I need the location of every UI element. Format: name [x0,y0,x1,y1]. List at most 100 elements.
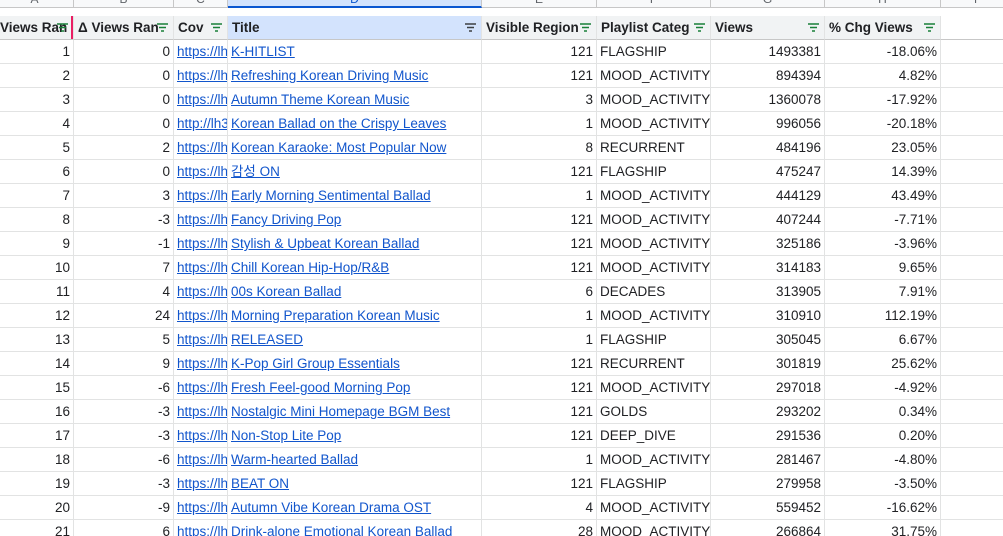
cell-pct-chg-views[interactable]: 43.49% [825,184,941,208]
cell-delta-views-rank[interactable]: 0 [74,160,174,184]
cell-playlist-category[interactable]: MOOD_ACTIVITY [597,184,711,208]
cell-title[interactable]: Non-Stop Lite Pop [228,424,482,448]
cell-cover-url[interactable]: https://lh [174,208,228,232]
cell-title[interactable]: Autumn Theme Korean Music [228,88,482,112]
cell-visible-region[interactable]: 121 [482,472,597,496]
cell-views-rank[interactable]: 12 [0,304,74,328]
cell-views-rank[interactable]: 20 [0,496,74,520]
cell-pct-chg-views[interactable]: 112.19% [825,304,941,328]
cell-title[interactable]: 00s Korean Ballad [228,280,482,304]
cell-cover-url[interactable]: https://lh [174,496,228,520]
cell-playlist-category[interactable]: GOLDS [597,400,711,424]
cell-visible-region[interactable]: 3 [482,88,597,112]
cell-views[interactable]: 894394 [711,64,825,88]
header-views-rank[interactable]: Views Ran [0,16,74,40]
cell-cover-url[interactable]: https://lh [174,232,228,256]
header-empty[interactable] [941,16,1003,40]
cell-views-rank[interactable]: 1 [0,40,74,64]
cell-empty[interactable] [941,232,1003,256]
cell-pct-chg-views[interactable]: -7.71% [825,208,941,232]
cell-title[interactable]: Korean Ballad on the Crispy Leaves [228,112,482,136]
header-cover[interactable]: Cov [174,16,228,40]
cell-playlist-category[interactable]: FLAGSHIP [597,160,711,184]
cell-empty[interactable] [941,376,1003,400]
cell-empty[interactable] [941,304,1003,328]
cell-visible-region[interactable]: 121 [482,352,597,376]
cell-visible-region[interactable]: 121 [482,160,597,184]
cell-visible-region[interactable]: 1 [482,448,597,472]
cell-title[interactable]: Chill Korean Hip-Hop/R&B [228,256,482,280]
cell-playlist-category[interactable]: MOOD_ACTIVITY [597,256,711,280]
cell-empty[interactable] [941,136,1003,160]
cell-playlist-category[interactable]: RECURRENT [597,352,711,376]
cell-views[interactable]: 293202 [711,400,825,424]
cell-cover-url[interactable]: https://lh [174,136,228,160]
cell-visible-region[interactable]: 1 [482,112,597,136]
cell-delta-views-rank[interactable]: -1 [74,232,174,256]
header-delta-views-rank[interactable]: Δ Views Ran [74,16,174,40]
cell-playlist-category[interactable]: DEEP_DIVE [597,424,711,448]
cell-title[interactable]: K-HITLIST [228,40,482,64]
cell-playlist-category[interactable]: MOOD_ACTIVITY [597,448,711,472]
cell-cover-url[interactable]: https://lh [174,472,228,496]
cell-title[interactable]: Stylish & Upbeat Korean Ballad [228,232,482,256]
header-visible-region[interactable]: Visible Region [482,16,597,40]
cell-views-rank[interactable]: 18 [0,448,74,472]
cell-cover-url[interactable]: http://lh3 [174,112,228,136]
cell-title[interactable]: Morning Preparation Korean Music [228,304,482,328]
cell-views-rank[interactable]: 8 [0,208,74,232]
cell-pct-chg-views[interactable]: 25.62% [825,352,941,376]
filter-icon[interactable] [210,21,223,34]
cell-views-rank[interactable]: 9 [0,232,74,256]
cell-views-rank[interactable]: 21 [0,520,74,536]
cell-pct-chg-views[interactable]: 0.34% [825,400,941,424]
cell-empty[interactable] [941,64,1003,88]
cell-views[interactable]: 1360078 [711,88,825,112]
cell-delta-views-rank[interactable]: -6 [74,376,174,400]
cell-empty[interactable] [941,328,1003,352]
cell-pct-chg-views[interactable]: -3.50% [825,472,941,496]
cell-delta-views-rank[interactable]: 0 [74,88,174,112]
cell-empty[interactable] [941,40,1003,64]
cell-views-rank[interactable]: 14 [0,352,74,376]
column-letter-h[interactable]: H [825,0,941,8]
cell-pct-chg-views[interactable]: 6.67% [825,328,941,352]
cell-empty[interactable] [941,208,1003,232]
cell-views[interactable]: 314183 [711,256,825,280]
cell-title[interactable]: 감성 ON [228,160,482,184]
cell-empty[interactable] [941,160,1003,184]
cell-delta-views-rank[interactable]: -9 [74,496,174,520]
cell-title[interactable]: BEAT ON [228,472,482,496]
cell-visible-region[interactable]: 28 [482,520,597,536]
cell-delta-views-rank[interactable]: 7 [74,256,174,280]
cell-cover-url[interactable]: https://lh [174,328,228,352]
cell-views-rank[interactable]: 4 [0,112,74,136]
cell-pct-chg-views[interactable]: 4.82% [825,64,941,88]
header-views[interactable]: Views [711,16,825,40]
cell-title[interactable]: Fresh Feel-good Morning Pop [228,376,482,400]
cell-empty[interactable] [941,520,1003,536]
cell-visible-region[interactable]: 121 [482,40,597,64]
cell-cover-url[interactable]: https://lh [174,256,228,280]
cell-views[interactable]: 996056 [711,112,825,136]
cell-views[interactable]: 313905 [711,280,825,304]
cell-title[interactable]: Fancy Driving Pop [228,208,482,232]
cell-views-rank[interactable]: 16 [0,400,74,424]
cell-pct-chg-views[interactable]: 31.75% [825,520,941,536]
cell-delta-views-rank[interactable]: -3 [74,424,174,448]
filter-icon[interactable] [807,21,820,34]
column-letter-e[interactable]: E [482,0,597,8]
header-pct-chg-views[interactable]: % Chg Views [825,16,941,40]
cell-visible-region[interactable]: 121 [482,400,597,424]
cell-pct-chg-views[interactable]: 0.20% [825,424,941,448]
cell-empty[interactable] [941,112,1003,136]
cell-views[interactable]: 444129 [711,184,825,208]
cell-visible-region[interactable]: 121 [482,232,597,256]
cell-playlist-category[interactable]: FLAGSHIP [597,328,711,352]
cell-empty[interactable] [941,352,1003,376]
cell-pct-chg-views[interactable]: 9.65% [825,256,941,280]
cell-playlist-category[interactable]: MOOD_ACTIVITY [597,64,711,88]
cell-empty[interactable] [941,448,1003,472]
cell-playlist-category[interactable]: FLAGSHIP [597,472,711,496]
cell-playlist-category[interactable]: MOOD_ACTIVITY [597,232,711,256]
